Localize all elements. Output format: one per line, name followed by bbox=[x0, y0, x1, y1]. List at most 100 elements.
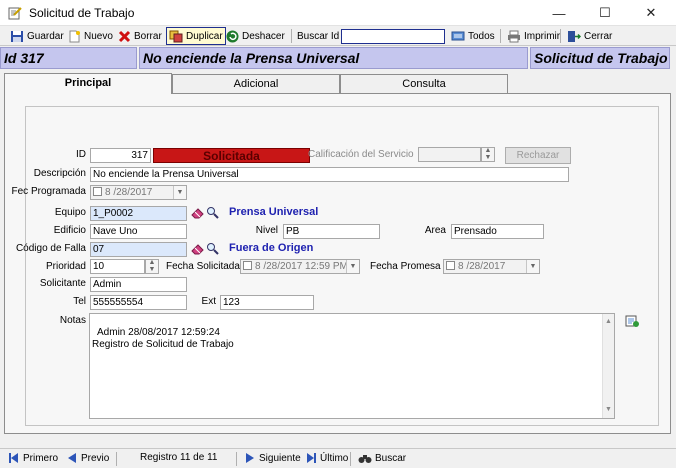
notes-label: Notas bbox=[59, 315, 86, 326]
phone-field[interactable]: 555555554 bbox=[90, 295, 187, 310]
save-label: Guardar bbox=[27, 30, 64, 42]
title-bar: Solicitud de Trabajo — ☐ ✕ bbox=[0, 0, 676, 26]
binoculars-icon bbox=[358, 455, 372, 463]
undo-icon bbox=[226, 30, 239, 42]
rating-field[interactable] bbox=[418, 147, 481, 162]
search-record-button[interactable]: Buscar bbox=[358, 452, 406, 464]
add-note-icon[interactable] bbox=[624, 313, 640, 329]
chevron-down-icon[interactable]: ▼ bbox=[346, 260, 359, 273]
id-label: ID bbox=[76, 149, 86, 160]
maximize-button[interactable]: ☐ bbox=[582, 0, 628, 26]
close-form-button[interactable]: Cerrar bbox=[567, 27, 612, 45]
window-title: Solicitud de Trabajo bbox=[29, 6, 135, 20]
toolbar-separator bbox=[291, 29, 292, 43]
last-record-button[interactable]: Último bbox=[305, 452, 348, 464]
close-form-label: Cerrar bbox=[584, 30, 613, 42]
ext-field[interactable]: 123 bbox=[220, 295, 314, 310]
promised-date-label: Fecha Promesa bbox=[370, 261, 441, 272]
level-label: Nivel bbox=[255, 225, 278, 236]
exit-door-icon bbox=[568, 30, 581, 42]
search-icon[interactable] bbox=[206, 206, 220, 219]
toolbar-separator bbox=[560, 29, 561, 43]
nav-separator bbox=[236, 452, 237, 466]
equipment-field[interactable]: 1_P0002 bbox=[90, 206, 187, 221]
promised-date-checkbox[interactable] bbox=[446, 261, 455, 270]
equipment-name-link[interactable]: Prensa Universal bbox=[229, 206, 318, 218]
rating-spinner[interactable]: ▲ ▼ bbox=[481, 147, 495, 162]
previous-record-button[interactable]: Previo bbox=[66, 452, 109, 464]
eraser-icon[interactable] bbox=[191, 242, 205, 255]
close-window-button[interactable]: ✕ bbox=[628, 0, 674, 26]
next-record-button[interactable]: Siguiente bbox=[244, 452, 301, 464]
description-field[interactable]: No enciende la Prensa Universal bbox=[90, 167, 569, 182]
requester-field[interactable]: Admin bbox=[90, 277, 187, 292]
form-name-header: Solicitud de Trabajo bbox=[530, 47, 670, 69]
duplicate-label: Duplicar bbox=[186, 30, 223, 42]
priority-spinner[interactable]: ▲ ▼ bbox=[145, 259, 159, 274]
nav-separator bbox=[116, 452, 117, 466]
building-field[interactable]: Nave Uno bbox=[90, 224, 187, 239]
tab-principal[interactable]: Principal bbox=[4, 73, 172, 94]
minimize-button[interactable]: — bbox=[536, 0, 582, 26]
new-button[interactable]: Nuevo bbox=[68, 27, 113, 45]
rating-label: Calificación del Servicio bbox=[308, 149, 414, 160]
failure-code-field[interactable]: 07 bbox=[90, 242, 187, 257]
delete-button[interactable]: Borrar bbox=[118, 27, 162, 45]
chevron-down-icon[interactable]: ▼ bbox=[173, 186, 186, 199]
new-label: Nuevo bbox=[84, 30, 113, 42]
promised-date-field[interactable]: 8 /28/2017 ▼ bbox=[443, 259, 540, 274]
chevron-down-icon[interactable]: ▼ bbox=[526, 260, 539, 273]
search-icon[interactable] bbox=[206, 242, 220, 255]
all-label: Todos bbox=[468, 30, 495, 42]
notes-text: Admin 28/08/2017 12:59:24 Registro de So… bbox=[92, 327, 234, 350]
toolbar: Guardar Nuevo Borrar Duplicar Deshacer B… bbox=[0, 26, 676, 46]
all-button[interactable]: Todos bbox=[451, 27, 495, 45]
area-field[interactable]: Prensado bbox=[451, 224, 544, 239]
search-id-label: Buscar Id bbox=[297, 27, 339, 45]
list-all-icon bbox=[451, 31, 465, 41]
scheduled-date-checkbox[interactable] bbox=[93, 187, 102, 196]
print-button[interactable]: Imprimir bbox=[507, 27, 560, 45]
status-badge: Solicitada bbox=[153, 148, 310, 163]
save-button[interactable]: Guardar bbox=[10, 27, 64, 45]
last-arrow-icon bbox=[307, 453, 316, 463]
requested-date-checkbox[interactable] bbox=[243, 261, 252, 270]
scheduled-date-label: Fec Programada bbox=[11, 186, 86, 197]
id-field[interactable]: 317 bbox=[90, 148, 151, 163]
scheduled-date-value: 8 /28/2017 bbox=[105, 187, 153, 198]
first-label: Primero bbox=[23, 452, 59, 464]
next-arrow-icon bbox=[246, 453, 254, 463]
phone-label: Tel bbox=[73, 296, 86, 307]
failure-name-link[interactable]: Fuera de Origen bbox=[229, 242, 313, 254]
record-counter: Registro 11 de 11 bbox=[140, 452, 217, 463]
undo-button[interactable]: Deshacer bbox=[226, 27, 285, 45]
requested-date-label: Fecha Solicitada bbox=[166, 261, 240, 272]
printer-icon bbox=[508, 30, 520, 42]
eraser-icon[interactable] bbox=[191, 206, 205, 219]
notes-textarea[interactable]: Admin 28/08/2017 12:59:24 Registro de So… bbox=[89, 313, 615, 419]
first-record-button[interactable]: Primero bbox=[8, 452, 58, 464]
notes-scrollbar[interactable]: ▲ ▼ bbox=[602, 314, 614, 418]
level-field[interactable]: PB bbox=[283, 224, 380, 239]
previous-arrow-icon bbox=[68, 453, 76, 463]
next-label: Siguiente bbox=[259, 452, 301, 464]
app-icon bbox=[8, 7, 22, 20]
tab-consulta[interactable]: Consulta bbox=[340, 74, 508, 93]
delete-icon bbox=[118, 30, 131, 42]
requested-date-field[interactable]: 8 /28/2017 12:59 PM ▼ bbox=[240, 259, 360, 274]
record-counter-text: Registro 11 de 11 bbox=[140, 452, 218, 463]
last-label: Último bbox=[320, 452, 349, 464]
duplicate-icon bbox=[169, 30, 183, 42]
priority-field[interactable]: 10 bbox=[90, 259, 145, 274]
search-record-label: Buscar bbox=[375, 452, 407, 464]
new-document-icon bbox=[69, 30, 80, 42]
search-id-input[interactable] bbox=[341, 29, 445, 44]
failure-code-label: Código de Falla bbox=[15, 243, 86, 254]
duplicate-button[interactable]: Duplicar bbox=[166, 27, 226, 45]
scheduled-date-field[interactable]: 8 /28/2017 ▼ bbox=[90, 185, 187, 200]
requested-date-value: 8 /28/2017 12:59 PM bbox=[255, 261, 348, 272]
reject-button[interactable]: Rechazar bbox=[505, 147, 571, 164]
tab-adicional[interactable]: Adicional bbox=[172, 74, 340, 93]
promised-date-value: 8 /28/2017 bbox=[458, 261, 506, 272]
navigation-bar: Primero Previo Registro 11 de 11 Siguien… bbox=[0, 448, 676, 468]
